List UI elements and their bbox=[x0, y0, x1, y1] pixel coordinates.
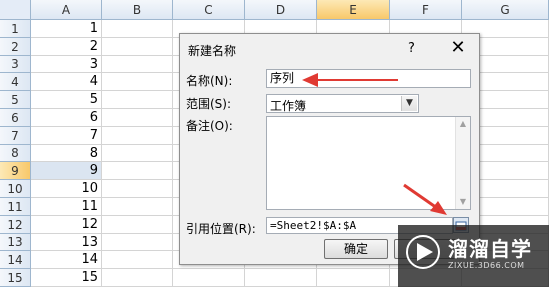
watermark-subtitle: ZIXUE.3D66.COM bbox=[448, 261, 525, 270]
watermark-logo-icon bbox=[406, 235, 440, 269]
watermark-title: 溜溜自学 bbox=[448, 237, 532, 261]
watermark: 溜溜自学 ZIXUE.3D66.COM bbox=[398, 225, 549, 287]
arrow-to-ref-button bbox=[403, 183, 447, 215]
arrow-to-name-field bbox=[302, 73, 398, 87]
